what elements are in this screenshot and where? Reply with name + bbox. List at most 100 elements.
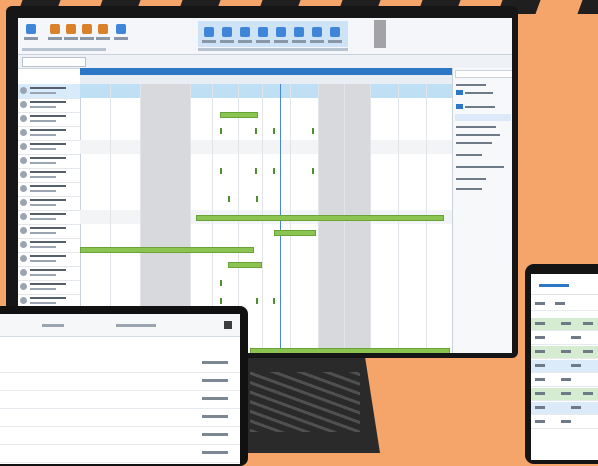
avatar	[20, 129, 27, 136]
filter-button-2[interactable]	[64, 22, 78, 44]
timeline-header-month	[80, 68, 452, 75]
panel-row-selected[interactable]	[455, 114, 511, 121]
task-marker[interactable]	[220, 298, 222, 304]
view-mode-group[interactable]	[198, 21, 348, 47]
tab-1[interactable]	[42, 324, 64, 327]
list-item[interactable]	[531, 388, 598, 401]
task-bar[interactable]	[220, 112, 258, 118]
list-item[interactable]	[531, 402, 598, 415]
avatar	[20, 199, 27, 206]
calendar-icon	[116, 24, 126, 34]
view-icon	[312, 27, 322, 37]
task-marker[interactable]	[312, 168, 314, 174]
resource-row[interactable]	[18, 210, 80, 225]
resource-row[interactable]	[18, 98, 80, 113]
view-button-3[interactable]	[238, 25, 252, 47]
home-button[interactable]	[24, 22, 38, 44]
resource-row[interactable]	[18, 224, 80, 239]
list-item[interactable]	[531, 318, 598, 331]
task-bar[interactable]	[250, 348, 450, 353]
filter-button-4[interactable]	[96, 22, 110, 44]
details-side-panel	[452, 68, 512, 353]
resource-row[interactable]	[18, 140, 80, 155]
resource-row[interactable]	[18, 126, 80, 141]
list-item[interactable]	[0, 390, 240, 409]
tab-2[interactable]	[116, 324, 156, 327]
resource-row[interactable]	[18, 112, 80, 127]
resource-row[interactable]	[18, 84, 80, 99]
panel-search-input[interactable]	[455, 70, 512, 78]
list-item[interactable]	[0, 444, 240, 463]
task-marker[interactable]	[220, 128, 222, 134]
resource-row[interactable]	[18, 238, 80, 253]
view-button-2[interactable]	[220, 25, 234, 47]
tablet-header	[0, 314, 240, 337]
task-marker[interactable]	[312, 128, 314, 134]
view-icon	[276, 27, 286, 37]
list-item[interactable]	[0, 372, 240, 391]
view-button-4[interactable]	[256, 25, 270, 47]
phone-title	[539, 284, 569, 287]
avatar	[20, 185, 27, 192]
avatar	[20, 241, 27, 248]
view-button-6[interactable]	[292, 25, 306, 47]
filter-button-3[interactable]	[80, 22, 94, 44]
task-bar[interactable]	[80, 247, 254, 253]
list-item[interactable]	[531, 298, 598, 311]
save-icon[interactable]	[374, 20, 386, 48]
list-item[interactable]	[0, 408, 240, 427]
avatar	[20, 171, 27, 178]
task-marker[interactable]	[255, 168, 257, 174]
resource-row[interactable]	[18, 252, 80, 267]
view-button-8[interactable]	[328, 25, 342, 47]
task-bar[interactable]	[274, 230, 316, 236]
list-item[interactable]	[531, 332, 598, 345]
view-button-5[interactable]	[274, 25, 288, 47]
list-item[interactable]	[0, 426, 240, 445]
avatar	[20, 297, 27, 304]
ribbon-group-label	[198, 48, 348, 51]
task-marker[interactable]	[273, 128, 275, 134]
search-input[interactable]	[22, 57, 86, 67]
resource-row[interactable]	[18, 168, 80, 183]
view-button-1[interactable]	[202, 25, 216, 47]
task-marker[interactable]	[256, 196, 258, 202]
task-marker[interactable]	[255, 128, 257, 134]
task-marker[interactable]	[273, 298, 275, 304]
resource-row[interactable]	[18, 266, 80, 281]
scheduler-app-window	[18, 18, 512, 353]
status-badge	[456, 104, 463, 109]
filter-button-1[interactable]	[48, 22, 62, 44]
phone	[525, 264, 598, 464]
phone-app-screen	[531, 274, 598, 460]
avatar	[20, 157, 27, 164]
view-icon	[294, 27, 304, 37]
task-marker[interactable]	[220, 280, 222, 286]
hamburger-icon[interactable]	[224, 321, 232, 329]
task-marker[interactable]	[228, 196, 230, 202]
filter-icon	[82, 24, 92, 34]
view-button-7[interactable]	[310, 25, 324, 47]
resource-row[interactable]	[18, 280, 80, 295]
task-bar[interactable]	[228, 262, 262, 268]
list-item[interactable]	[531, 360, 598, 373]
list-item[interactable]	[0, 354, 240, 373]
calendar-button[interactable]	[114, 22, 128, 44]
resource-row[interactable]	[18, 154, 80, 169]
list-item[interactable]	[531, 346, 598, 359]
tablet	[0, 306, 248, 466]
filter-icon	[98, 24, 108, 34]
task-marker[interactable]	[273, 168, 275, 174]
view-icon	[240, 27, 250, 37]
grid-row	[80, 140, 452, 154]
filter-icon	[66, 24, 76, 34]
list-item[interactable]	[531, 416, 598, 429]
task-marker[interactable]	[256, 298, 258, 304]
task-bar[interactable]	[196, 215, 444, 221]
list-item[interactable]	[531, 374, 598, 387]
task-marker[interactable]	[220, 168, 222, 174]
avatar	[20, 227, 27, 234]
resource-row[interactable]	[18, 182, 80, 197]
status-badge	[456, 90, 463, 95]
resource-row[interactable]	[18, 196, 80, 211]
